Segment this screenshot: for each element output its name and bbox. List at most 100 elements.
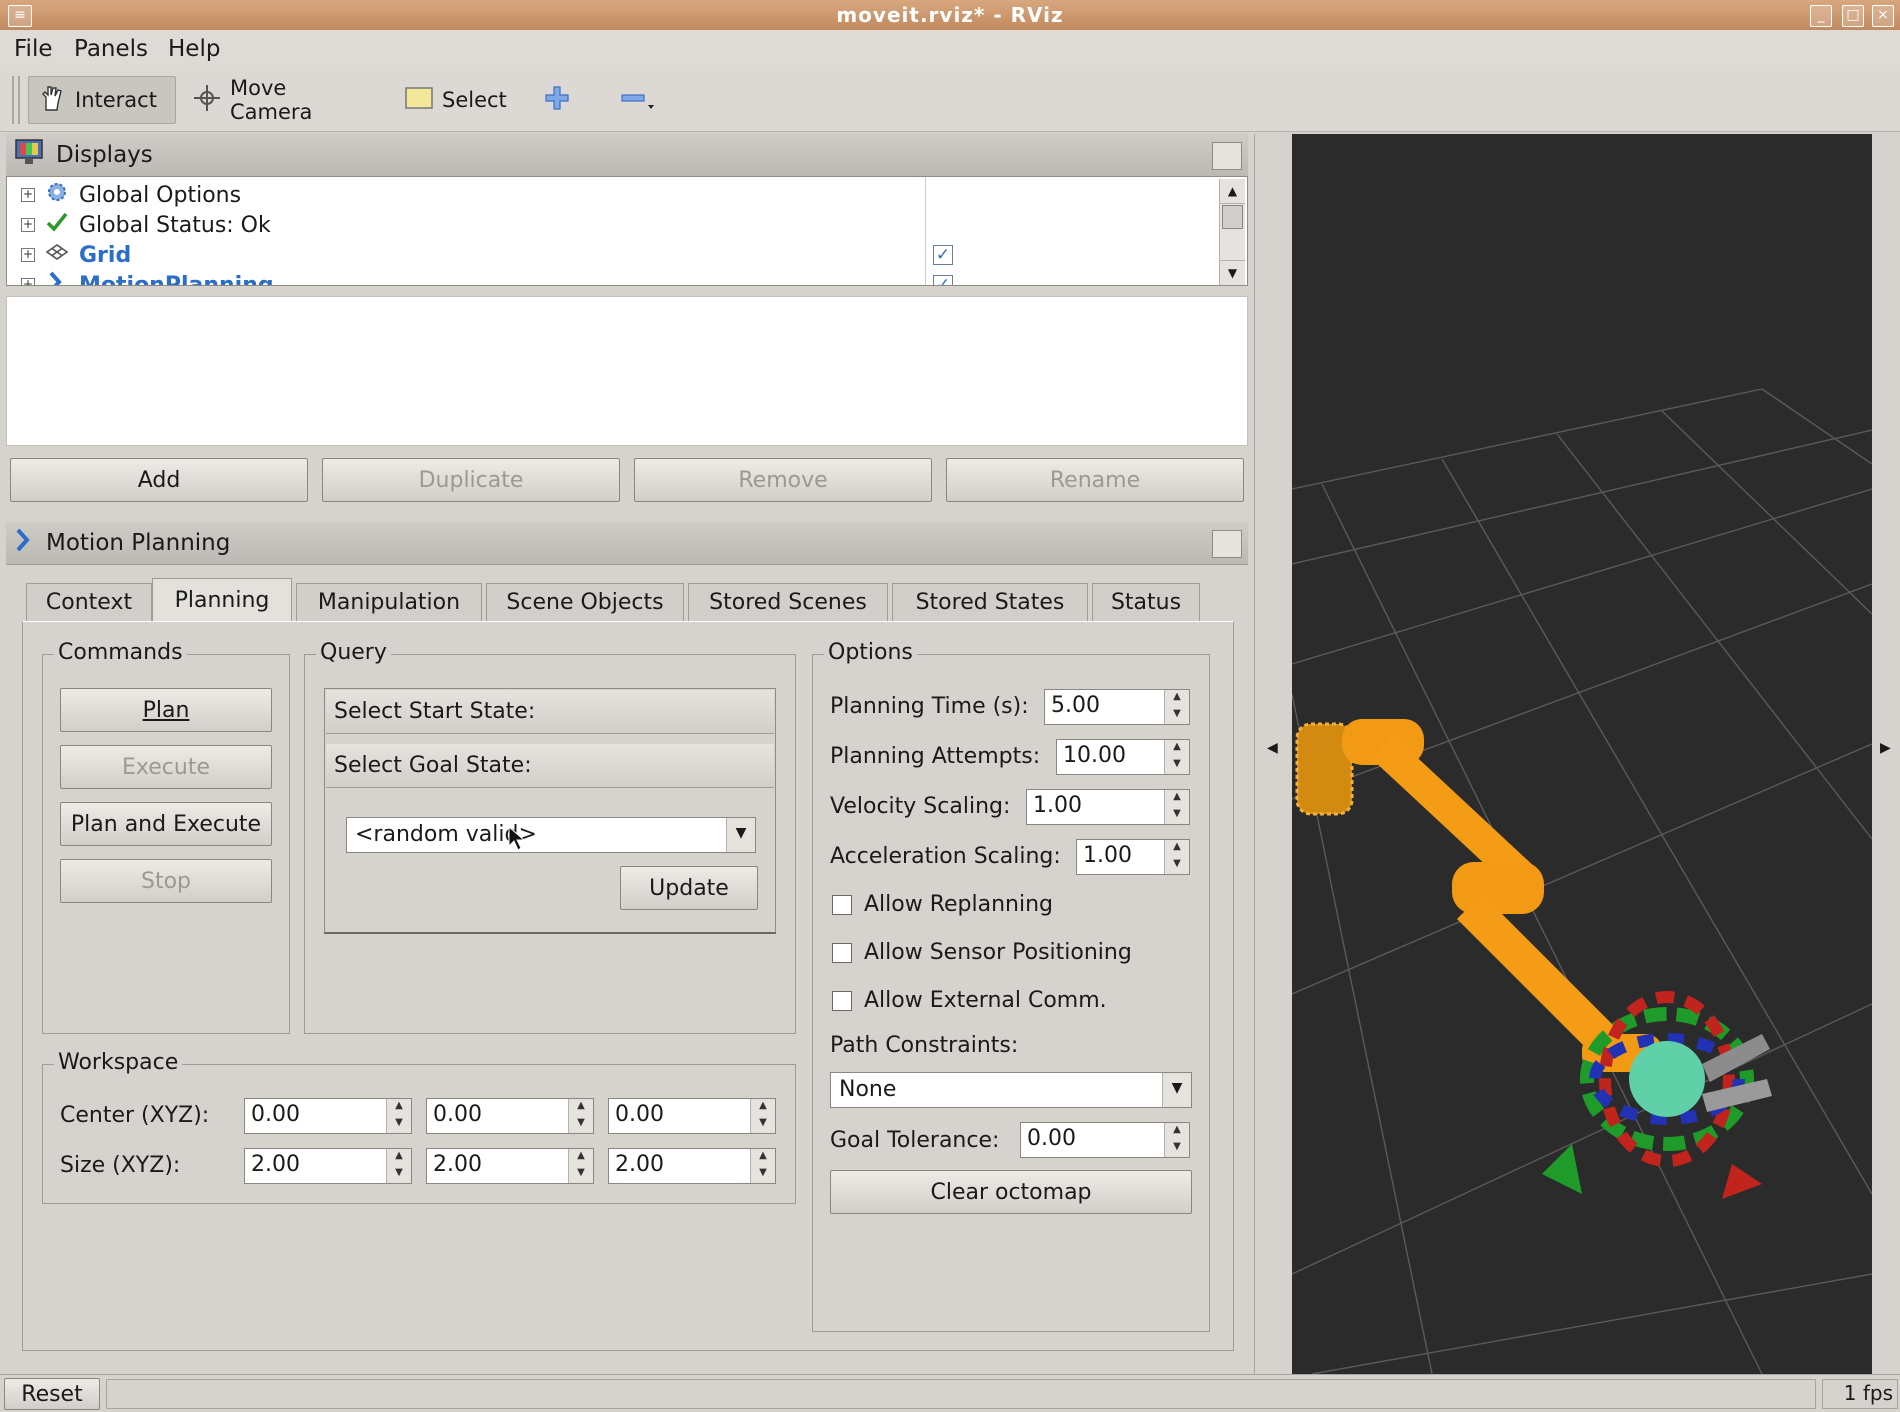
path-constraints-label: Path Constraints: (830, 1033, 1019, 1058)
allow-sensor-positioning-checkbox[interactable] (832, 942, 852, 963)
velocity-scaling-spinbox[interactable]: 1.00 ▲ ▼ (1026, 789, 1190, 825)
allow-replanning-row[interactable]: Allow Replanning (832, 892, 1053, 917)
right-splitter[interactable]: ▶ (1872, 134, 1900, 1374)
expand-icon[interactable]: + (21, 248, 35, 262)
remove-tool-button[interactable] (612, 76, 660, 124)
plan-and-execute-button[interactable]: Plan and Execute (60, 802, 272, 846)
tree-column-divider (925, 177, 926, 285)
gear-icon (45, 180, 69, 210)
spin-arrows-icon[interactable]: ▲ ▼ (1164, 740, 1189, 774)
center-z-spinbox[interactable]: 0.00 ▲ ▼ (608, 1098, 776, 1134)
scroll-down-icon[interactable]: ▼ (1220, 260, 1245, 285)
chevron-down-icon[interactable]: ▼ (1162, 1073, 1191, 1107)
tab-stored-states[interactable]: Stored States (892, 583, 1088, 621)
menu-help[interactable]: Help (168, 36, 220, 62)
tree-item-motion-planning[interactable]: + MotionPlanning (21, 270, 274, 285)
tab-context[interactable]: Context (26, 583, 152, 621)
menu-panels[interactable]: Panels (74, 36, 148, 62)
scroll-up-icon[interactable]: ▲ (1220, 179, 1245, 204)
grid-enabled-checkbox[interactable]: ✓ (933, 245, 953, 265)
clear-octomap-button[interactable]: Clear octomap (830, 1170, 1192, 1214)
scrollbar-thumb[interactable] (1222, 205, 1243, 229)
planning-attempts-label: Planning Attempts: (830, 744, 1041, 769)
size-xyz-label: Size (XYZ): (60, 1153, 181, 1178)
displays-panel-header: Displays (6, 134, 1248, 177)
close-icon[interactable]: × (1872, 5, 1894, 27)
plus-icon (544, 85, 570, 116)
move-camera-label: Move Camera (230, 76, 313, 124)
execute-button[interactable]: Execute (60, 745, 272, 789)
size-x-spinbox[interactable]: 2.00 ▲ ▼ (244, 1148, 412, 1184)
displays-float-button[interactable] (1212, 142, 1242, 170)
allow-external-comm-checkbox[interactable] (832, 990, 852, 1011)
expand-icon[interactable]: + (21, 218, 35, 232)
allow-external-comm-row[interactable]: Allow External Comm. (832, 988, 1107, 1013)
menu-file[interactable]: File (14, 36, 53, 62)
expand-icon[interactable]: + (21, 188, 35, 202)
allow-replanning-label: Allow Replanning (864, 892, 1054, 917)
remove-display-button[interactable]: Remove (634, 458, 932, 502)
planning-attempts-spinbox[interactable]: 10.00 ▲ ▼ (1056, 739, 1190, 775)
panel-splitter[interactable]: ◀ (1254, 134, 1288, 1374)
spin-arrows-icon[interactable]: ▲ ▼ (750, 1099, 775, 1133)
collapse-right-icon[interactable]: ▶ (1880, 740, 1891, 756)
minimize-icon[interactable]: _ (1810, 5, 1832, 27)
spin-arrows-icon[interactable]: ▲ ▼ (1164, 790, 1189, 824)
stop-button[interactable]: Stop (60, 859, 272, 903)
select-tool-button[interactable]: Select (396, 76, 514, 124)
displays-scrollbar[interactable]: ▲ ▼ (1219, 179, 1245, 285)
displays-tree: + Global Options + Global Status: Ok + G… (6, 176, 1248, 286)
size-y-spinbox[interactable]: 2.00 ▲ ▼ (426, 1148, 594, 1184)
add-display-button[interactable]: Add (10, 458, 308, 502)
select-goal-state-section[interactable]: Select Goal State: (326, 744, 774, 788)
motion-planning-float-button[interactable] (1212, 530, 1242, 558)
update-button[interactable]: Update (620, 866, 758, 910)
allow-replanning-checkbox[interactable] (832, 894, 852, 915)
move-camera-tool-button[interactable]: Move Camera (184, 76, 374, 124)
allow-sensor-positioning-row[interactable]: Allow Sensor Positioning (832, 940, 1132, 965)
expand-icon[interactable]: + (21, 278, 35, 285)
goal-state-combo[interactable]: <random valid> ▼ (346, 817, 756, 853)
spin-arrows-icon[interactable]: ▲ ▼ (386, 1099, 411, 1133)
center-y-spinbox[interactable]: 0.00 ▲ ▼ (426, 1098, 594, 1134)
size-z-spinbox[interactable]: 2.00 ▲ ▼ (608, 1148, 776, 1184)
tab-planning[interactable]: Planning (152, 578, 292, 622)
checkmark-icon (45, 210, 69, 240)
render-viewport[interactable] (1292, 134, 1872, 1374)
chevron-down-icon[interactable]: ▼ (726, 818, 755, 852)
tab-stored-scenes[interactable]: Stored Scenes (688, 583, 888, 621)
spin-arrows-icon[interactable]: ▲ ▼ (568, 1099, 593, 1133)
spin-arrows-icon[interactable]: ▲ ▼ (1164, 840, 1189, 874)
tree-item-grid[interactable]: + Grid (21, 240, 131, 270)
status-bar: Reset 1 fps (0, 1374, 1900, 1412)
spin-arrows-icon[interactable]: ▲ ▼ (568, 1149, 593, 1183)
motion-planning-enabled-checkbox[interactable]: ✓ (933, 275, 953, 285)
reset-button[interactable]: Reset (4, 1378, 100, 1410)
hand-icon (37, 83, 67, 118)
planning-time-spinbox[interactable]: 5.00 ▲ ▼ (1044, 689, 1190, 725)
spin-arrows-icon[interactable]: ▲ ▼ (386, 1149, 411, 1183)
select-start-state-section[interactable]: Select Start State: (326, 690, 774, 734)
goal-tolerance-spinbox[interactable]: 0.00 ▲ ▼ (1020, 1122, 1190, 1158)
add-tool-button[interactable] (536, 76, 576, 124)
tree-item-global-status[interactable]: + Global Status: Ok (21, 210, 271, 240)
acceleration-scaling-spinbox[interactable]: 1.00 ▲ ▼ (1076, 839, 1190, 875)
tab-scene-objects[interactable]: Scene Objects (486, 583, 684, 621)
tree-item-global-options[interactable]: + Global Options (21, 180, 241, 210)
spin-arrows-icon[interactable]: ▲ ▼ (1164, 690, 1189, 724)
tab-manipulation[interactable]: Manipulation (296, 583, 482, 621)
path-constraints-combo[interactable]: None ▼ (830, 1072, 1192, 1108)
robot-scene (1292, 388, 1872, 1374)
duplicate-display-button[interactable]: Duplicate (322, 458, 620, 502)
center-x-spinbox[interactable]: 0.00 ▲ ▼ (244, 1098, 412, 1134)
rename-display-button[interactable]: Rename (946, 458, 1244, 502)
spin-arrows-icon[interactable]: ▲ ▼ (750, 1149, 775, 1183)
tab-status[interactable]: Status (1092, 583, 1200, 621)
monitor-icon (14, 138, 44, 172)
spin-arrows-icon[interactable]: ▲ ▼ (1164, 1123, 1189, 1157)
collapse-left-icon[interactable]: ◀ (1267, 740, 1278, 756)
plan-button[interactable]: Plan (60, 688, 272, 732)
toolbar-grip[interactable] (12, 76, 20, 124)
interact-tool-button[interactable]: Interact (28, 76, 176, 124)
maximize-icon[interactable]: □ (1842, 5, 1864, 27)
